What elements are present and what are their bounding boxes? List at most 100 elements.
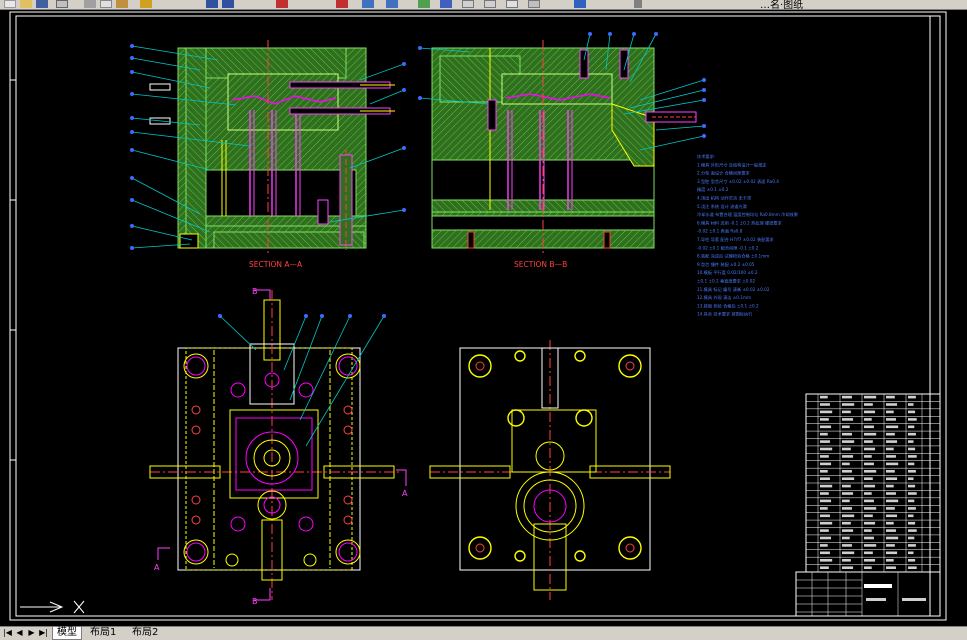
drawing-canvas[interactable]: SECTION A—A SECTION B—B 技术要求: 1.模具 外形尺寸 … (0, 9, 967, 626)
cut-marker-a-right: A (402, 489, 408, 498)
notes-line: -0.02 ±0.1 表面 Ra0.8 (697, 228, 743, 235)
parts-list-cell-text (842, 551, 855, 555)
parts-list-cell-text (820, 499, 832, 503)
redo-icon[interactable] (222, 0, 234, 8)
dropdown-arrow-icon[interactable] (634, 0, 642, 8)
parts-list-cell-text (864, 432, 877, 436)
design-center-icon[interactable] (440, 0, 452, 8)
zoom-realtime-icon[interactable] (336, 0, 348, 8)
pan-icon[interactable] (276, 0, 288, 8)
parts-list-cell-text (886, 499, 899, 503)
plan-view-right[interactable] (429, 340, 671, 600)
notes-line: ±0.1 ±0.2 垂直度要求 ±0.02 (697, 278, 755, 285)
cad-drawing: SECTION A—A SECTION B—B 技术要求:1.模具 外形尺寸 及… (9, 11, 947, 621)
parts-list-cell-text (842, 521, 851, 525)
notes-line: 11.模具 标记 编号 清晰 ±0.02 ±0.02 (697, 286, 770, 293)
title-block-box (795, 571, 941, 617)
parts-list-cell-text (842, 462, 850, 466)
parts-list-cell-text (820, 462, 832, 466)
match-properties-icon[interactable] (140, 0, 152, 8)
new-file-icon[interactable] (4, 0, 16, 8)
parts-list-cell-text (908, 470, 916, 473)
parts-list-cell-text (886, 462, 899, 466)
notes-line: 1.模具 外形尺寸 及结构设计一般规定 (697, 161, 766, 168)
cut-icon[interactable] (84, 0, 96, 8)
parts-list-cell-text (908, 403, 914, 406)
notes-line: 3.型腔 型芯尺寸 ±0.02 ±0.02 表面 Ra0.4 (697, 178, 779, 185)
zoom-previous-icon[interactable] (386, 0, 398, 8)
notes-line: 8.装配 完成后 试模检验合格 ±0.1mm (697, 253, 769, 260)
parts-list-cell-text (908, 432, 916, 436)
section-b-label: SECTION B—B (514, 260, 567, 269)
calculator-icon[interactable] (528, 0, 540, 8)
parts-list-cell-text (886, 432, 895, 436)
parts-list-cell-text (908, 566, 917, 569)
parts-list-cell-text (842, 447, 851, 451)
markup-icon[interactable] (506, 0, 518, 8)
plot-icon[interactable] (56, 0, 68, 8)
sheet-set-icon[interactable] (484, 0, 496, 8)
zoom-window-icon[interactable] (362, 0, 374, 8)
parts-list-cell-text (864, 521, 876, 525)
parts-list-cell-text (908, 514, 914, 518)
parts-list-cell-text (864, 455, 872, 458)
tab-layout2[interactable]: 布局2 (128, 627, 162, 639)
open-file-icon[interactable] (20, 0, 32, 8)
parts-list-cell-text (820, 529, 829, 532)
parts-list-cell-text (842, 455, 854, 458)
parts-list-cell-text (886, 536, 899, 540)
parts-list-cell-text (886, 477, 898, 480)
notes-line: 12.模具 外观 清洁 ±0.1mm (697, 294, 751, 301)
parts-list-cell-text (820, 566, 829, 569)
tab-model[interactable]: 模型 (52, 627, 82, 640)
properties-icon[interactable] (418, 0, 430, 8)
save-icon[interactable] (36, 0, 48, 8)
parts-list-cell-text (842, 470, 852, 473)
cut-marker-a-left: A (154, 563, 160, 572)
tab-next-button[interactable]: ▶ (26, 628, 37, 638)
parts-list-cell-text (842, 418, 854, 421)
section-b-view[interactable] (431, 40, 697, 256)
parts-list-cell-text (886, 507, 895, 510)
parts-list-cell-text (820, 403, 830, 406)
tab-last-button[interactable]: ▶| (38, 628, 49, 638)
parts-list-cell-text (820, 470, 828, 473)
section-a-view[interactable] (149, 40, 395, 256)
parts-list-cell-text (842, 410, 851, 414)
parts-list-cell-text (820, 432, 828, 436)
parts-list-cell-text (820, 410, 833, 414)
drawing-number-text (866, 598, 886, 601)
parts-list-cell-text (886, 559, 894, 562)
parts-list-cell-text (886, 447, 894, 451)
notes-line: 6.模具 材料 选用 -0.1 ±0.2 热处理 硬度要求 (697, 219, 783, 226)
parts-list-cell-text (842, 432, 852, 436)
parts-list-cell-text (864, 507, 877, 510)
parts-list-cell-text (864, 566, 872, 569)
parts-list-cell-text (886, 484, 894, 488)
notes-line: 技术要求: (697, 153, 715, 160)
parts-list-cell-text (864, 447, 876, 451)
tab-first-button[interactable]: |◀ (2, 628, 13, 638)
tool-palettes-icon[interactable] (462, 0, 474, 8)
parts-list-cell-text (908, 425, 915, 429)
parts-list-cell-text (820, 455, 829, 458)
parts-list-cell-text (842, 544, 852, 547)
tab-prev-button[interactable]: ◀ (14, 628, 25, 638)
help-icon[interactable] (574, 0, 586, 8)
parts-list-cell-text (842, 425, 850, 429)
parts-list-cell-text (842, 507, 852, 510)
undo-icon[interactable] (206, 0, 218, 8)
copy-icon[interactable] (100, 0, 112, 8)
plan-view-left[interactable] (149, 290, 400, 600)
tab-layout1[interactable]: 布局1 (86, 627, 120, 639)
parts-list-cell-text (886, 410, 894, 414)
parts-list-cell-text (886, 470, 895, 473)
parts-list-cell-text (820, 477, 830, 480)
parts-list-cell-text (820, 536, 832, 540)
paste-icon[interactable] (116, 0, 128, 8)
parts-list-cell-text (886, 395, 895, 399)
parts-list-cell-text (820, 440, 830, 443)
parts-list-cell-text (842, 484, 851, 488)
parts-list-cell-text (886, 403, 898, 406)
parts-list-cell-text (864, 462, 874, 466)
